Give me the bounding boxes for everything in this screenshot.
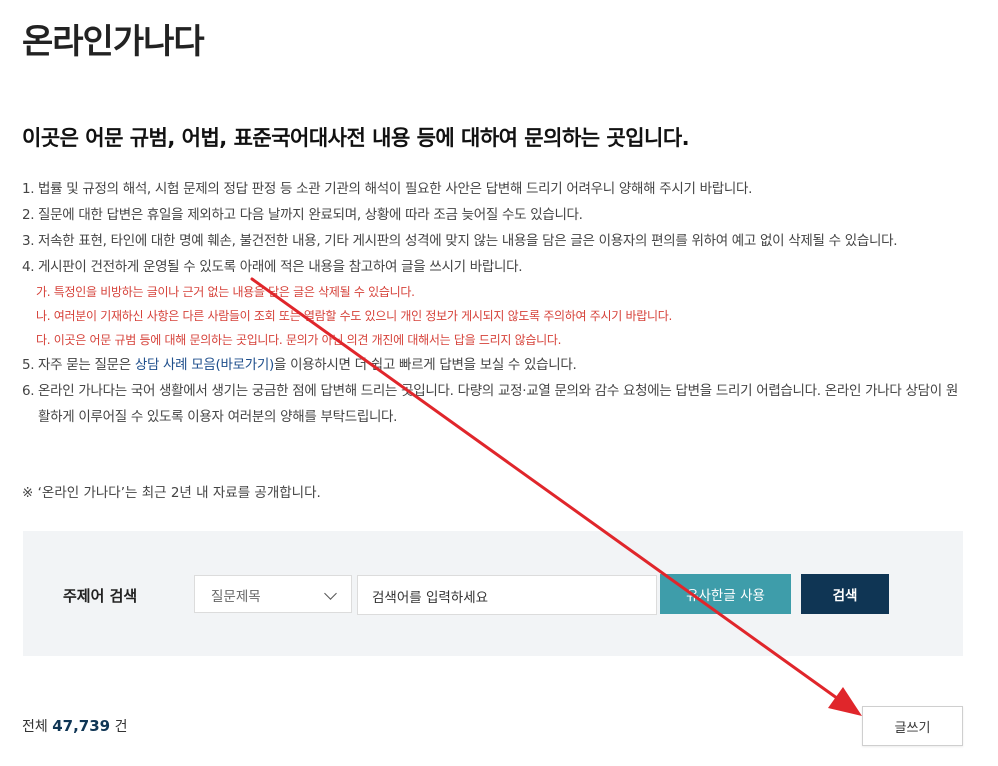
total-suffix: 건: [114, 719, 128, 735]
rule-text: 법률 및 규정의 해석, 시험 문제의 정답 판정 등 소관 기관의 해석이 필…: [38, 181, 753, 197]
rule-number: 1.: [22, 181, 35, 197]
rule-number: 2.: [22, 207, 35, 223]
search-panel: 주제어 검색 질문제목 검색어를 입력하세요 유사한글 사용 검색: [23, 531, 963, 656]
select-value: 질문제목: [211, 589, 261, 605]
rule-item: 2. 질문에 대한 답변은 휴일을 제외하고 다음 날까지 완료되며, 상황에 …: [22, 202, 962, 228]
total-prefix: 전체: [22, 719, 48, 735]
faq-link[interactable]: 상담 사례 모음(바로가기): [135, 357, 274, 373]
sub-rule: 나. 여러분이 기재하신 사항은 다른 사람들이 조회 또는 열람할 수도 있으…: [36, 309, 672, 323]
rule-text: 자주 묻는 질문은: [38, 357, 135, 373]
rules-list: 1. 법률 및 규정의 해석, 시험 문제의 정답 판정 등 소관 기관의 해석…: [22, 176, 962, 430]
arrow-head: [828, 687, 862, 716]
write-button[interactable]: 글쓰기: [862, 706, 963, 746]
rule-text: 온라인 가나다는 국어 생활에서 생기는 궁금한 점에 답변해 드리는 곳입니다…: [38, 383, 958, 425]
search-input[interactable]: 검색어를 입력하세요: [357, 575, 657, 615]
search-field-select[interactable]: 질문제목: [194, 575, 352, 613]
rule-item: 5. 자주 묻는 질문은 상담 사례 모음(바로가기)을 이용하시면 더 쉽고 …: [22, 352, 962, 378]
rule-item: 3. 저속한 표현, 타인에 대한 명예 훼손, 불건전한 내용, 기타 게시판…: [22, 228, 962, 254]
rule-item: 4. 게시판이 건전하게 운영될 수 있도록 아래에 적은 내용을 참고하여 글…: [22, 254, 962, 280]
rule-number: 5.: [22, 357, 35, 373]
rule-text: 저속한 표현, 타인에 대한 명예 훼손, 불건전한 내용, 기타 게시판의 성…: [38, 233, 898, 249]
rule-item: 1. 법률 및 규정의 해석, 시험 문제의 정답 판정 등 소관 기관의 해석…: [22, 176, 962, 202]
rule-number: 6.: [22, 383, 35, 399]
search-label: 주제어 검색: [63, 587, 138, 605]
total-number: 47,739: [52, 717, 111, 735]
rule-text: 게시판이 건전하게 운영될 수 있도록 아래에 적은 내용을 참고하여 글을 쓰…: [38, 259, 523, 275]
intro-heading: 이곳은 어문 규범, 어법, 표준국어대사전 내용 등에 대하여 문의하는 곳입…: [22, 126, 690, 150]
search-button[interactable]: 검색: [801, 574, 889, 614]
chevron-down-icon: [324, 587, 337, 600]
rule-number: 4.: [22, 259, 35, 275]
sub-rule: 다. 이곳은 어문 규범 등에 대해 문의하는 곳입니다. 문의가 아닌 의견 …: [36, 333, 562, 347]
rule-text: 질문에 대한 답변은 휴일을 제외하고 다음 날까지 완료되며, 상황에 따라 …: [38, 207, 583, 223]
rule-item: 6. 온라인 가나다는 국어 생활에서 생기는 궁금한 점에 답변해 드리는 곳…: [22, 378, 962, 430]
rule-text: 을 이용하시면 더 쉽고 빠르게 답변을 보실 수 있습니다.: [273, 357, 577, 373]
rule-number: 3.: [22, 233, 35, 249]
page-title: 온라인가나다: [22, 22, 205, 62]
sub-rule: 가. 특정인을 비방하는 글이나 근거 없는 내용을 담은 글은 삭제될 수 있…: [36, 285, 415, 299]
disclosure-notice: ※ ‘온라인 가나다’는 최근 2년 내 자료를 공개합니다.: [22, 485, 321, 501]
total-count: 전체 47,739 건: [22, 716, 127, 736]
similar-text-button[interactable]: 유사한글 사용: [660, 574, 791, 614]
